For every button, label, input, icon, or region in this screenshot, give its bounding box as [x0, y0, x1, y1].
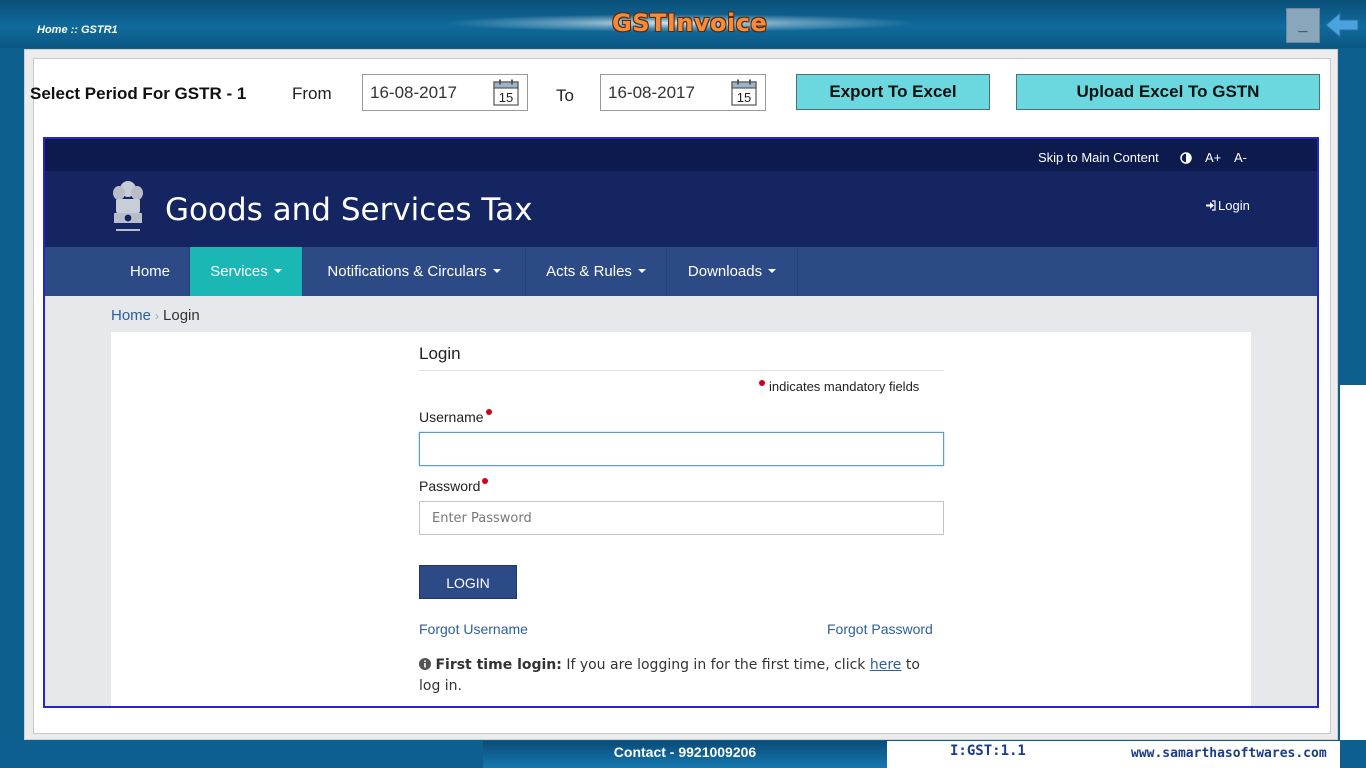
required-dot-icon: [759, 380, 765, 386]
period-label: Select Period For GSTR - 1: [30, 84, 247, 103]
forgot-username-link[interactable]: Forgot Username: [419, 621, 528, 637]
nav-acts-rules[interactable]: Acts & Rules: [526, 247, 667, 296]
nav-services[interactable]: Services: [190, 247, 303, 296]
sign-in-icon: [1206, 200, 1216, 211]
from-date-picker[interactable]: 16-08-2017 15: [362, 74, 528, 111]
header-login-link[interactable]: Login: [1205, 198, 1250, 213]
required-dot-icon: [482, 478, 489, 484]
login-title: Login: [419, 344, 461, 363]
app-title: GSTInvoice: [612, 9, 768, 37]
app-breadcrumb: Home :: GSTR1: [37, 24, 118, 36]
caret-down-icon: [492, 269, 501, 273]
divider: [419, 370, 944, 371]
website-link[interactable]: www.samarthasoftwares.com: [1131, 746, 1327, 761]
nav-home[interactable]: Home: [111, 247, 190, 296]
nav-downloads[interactable]: Downloads: [667, 247, 798, 296]
nav-label: Notifications & Circulars: [327, 263, 487, 280]
accessibility-bar: Skip to Main Content A+ A-: [45, 139, 1317, 171]
from-label: From: [292, 84, 332, 103]
to-date-value: 16-08-2017: [608, 83, 695, 102]
login-button[interactable]: LOGIN: [419, 565, 517, 599]
contrast-icon[interactable]: [1180, 151, 1192, 164]
svg-text:15: 15: [499, 90, 513, 105]
breadcrumb-current: Login: [163, 307, 200, 324]
contact-info: Contact - 9921009206: [483, 741, 887, 768]
nav-label: Home: [129, 263, 170, 280]
caret-down-icon: [768, 269, 777, 273]
username-label: Username: [419, 409, 492, 425]
to-label: To: [556, 86, 574, 105]
to-date-picker[interactable]: 16-08-2017 15: [600, 74, 766, 111]
calendar-icon[interactable]: 15: [493, 79, 519, 111]
version-label: I:GST:1.1: [950, 743, 1026, 759]
first-time-text: If you are logging in for the first time…: [561, 657, 870, 673]
first-time-heading: First time login:: [435, 657, 562, 673]
font-increase-button[interactable]: A+: [1205, 150, 1221, 165]
info-icon: [419, 656, 431, 676]
caret-down-icon: [637, 269, 646, 273]
breadcrumb: Home › Login: [111, 307, 200, 324]
first-time-here-link[interactable]: here: [870, 657, 902, 673]
skip-to-content-link[interactable]: Skip to Main Content: [1038, 150, 1159, 165]
first-time-login-note: First time login: If you are logging in …: [419, 655, 944, 696]
header-login-label: Login: [1218, 198, 1250, 213]
nav-notifications[interactable]: Notifications & Circulars: [303, 247, 526, 296]
back-arrow-icon[interactable]: [1324, 10, 1360, 40]
password-input[interactable]: [419, 501, 944, 535]
login-card: Login indicates mandatory fields Usernam…: [111, 332, 1251, 706]
svg-text:15: 15: [737, 90, 751, 105]
main-nav: Home Services Notifications & Circulars …: [45, 247, 1317, 296]
nav-label: Services: [210, 263, 268, 280]
required-dot-icon: [485, 409, 492, 415]
calendar-icon[interactable]: 15: [731, 79, 757, 111]
username-label-text: Username: [419, 409, 484, 425]
breadcrumb-separator: ›: [155, 309, 160, 323]
password-label-text: Password: [419, 478, 481, 494]
minimize-button[interactable]: _: [1286, 8, 1320, 43]
export-to-excel-button[interactable]: Export To Excel: [796, 74, 990, 110]
mandatory-note: indicates mandatory fields: [759, 379, 919, 394]
nav-label: Downloads: [687, 263, 763, 280]
password-label: Password: [419, 478, 489, 494]
breadcrumb-home-link[interactable]: Home: [111, 307, 151, 324]
site-title: Goods and Services Tax: [165, 192, 533, 228]
mandatory-text: indicates mandatory fields: [769, 379, 920, 394]
caret-down-icon: [273, 269, 282, 273]
font-decrease-button[interactable]: A-: [1234, 150, 1247, 165]
from-date-value: 16-08-2017: [370, 83, 457, 102]
gst-header: Goods and Services Tax Login: [45, 171, 1317, 247]
upload-excel-button[interactable]: Upload Excel To GSTN: [1016, 74, 1320, 110]
nav-label: Acts & Rules: [546, 263, 632, 280]
national-emblem-icon: [110, 179, 146, 242]
embedded-browser: Skip to Main Content A+ A- Goods and Ser…: [43, 137, 1319, 708]
scroll-strip: [1340, 385, 1366, 740]
username-input[interactable]: [419, 432, 944, 466]
forgot-password-link[interactable]: Forgot Password: [827, 621, 933, 637]
